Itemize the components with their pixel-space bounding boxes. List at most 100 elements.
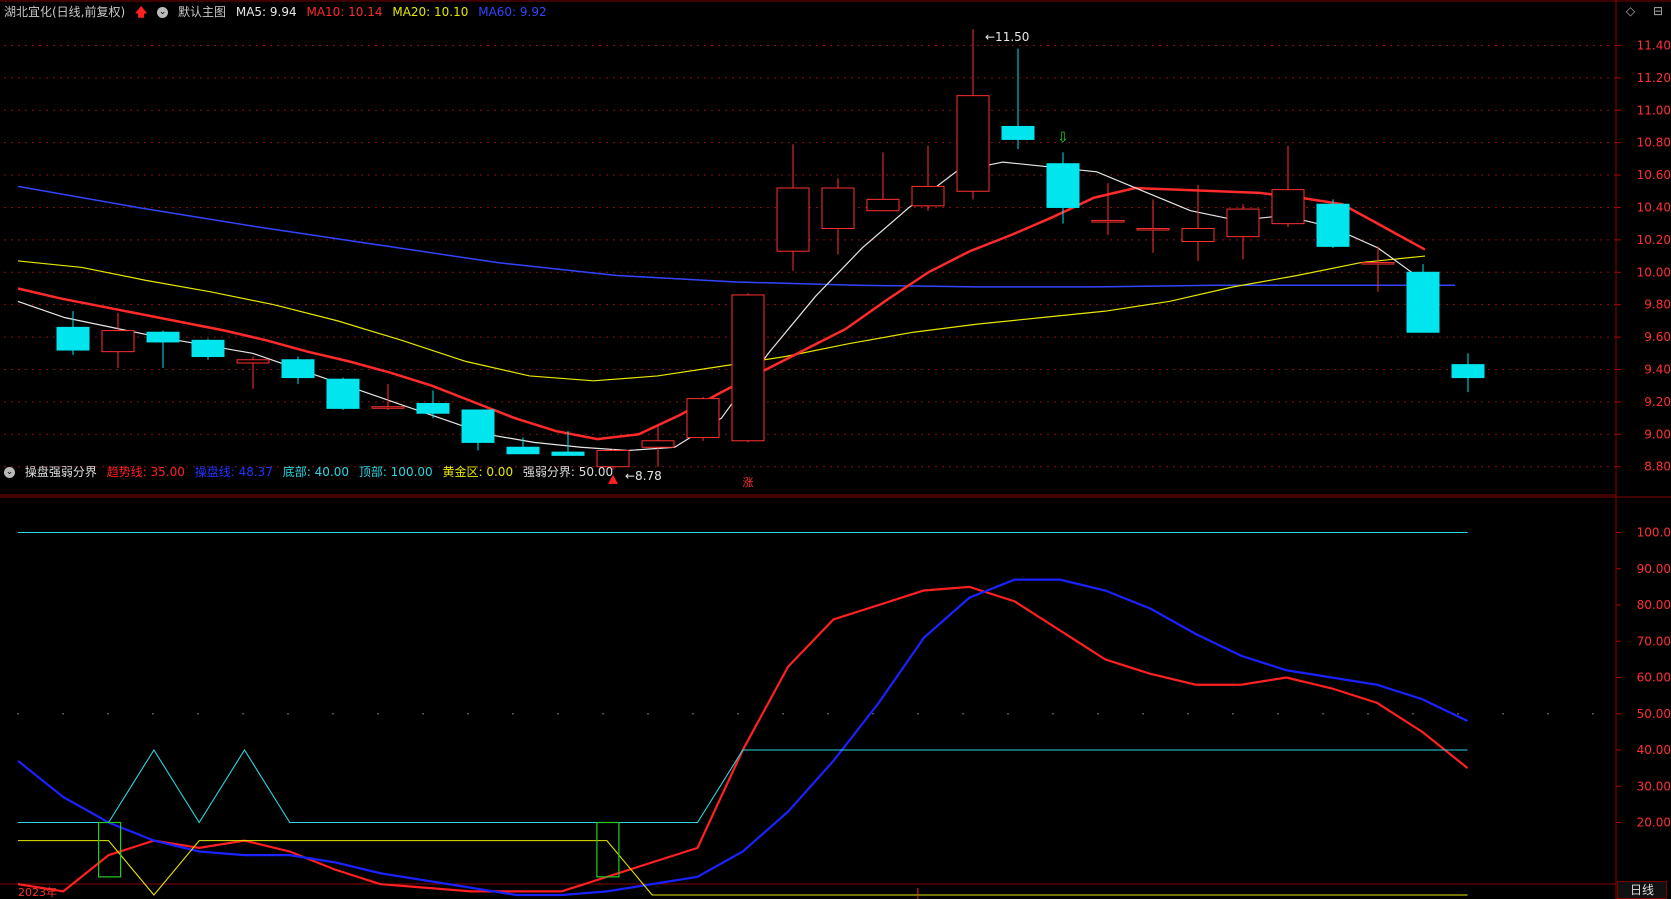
price-tick-label: 9.00 [1644, 427, 1671, 441]
midline-dot [1367, 712, 1369, 715]
midline-dot [782, 712, 784, 715]
midline-dot [737, 712, 739, 715]
price-tick-label: 10.80 [1637, 136, 1671, 150]
midline-dot [1322, 712, 1324, 715]
ma5-line [17, 161, 1426, 452]
midline-dot [872, 712, 874, 715]
control-line-label: 操盘线: 48.37 [194, 465, 273, 479]
price-tick-label: 10.60 [1637, 168, 1671, 182]
candle-up [731, 294, 765, 442]
signal-box [596, 821, 620, 878]
price-tick-label: 9.80 [1644, 298, 1671, 312]
candle-up [1271, 189, 1305, 225]
midline-dot [197, 712, 199, 715]
candle-down [191, 339, 225, 358]
price-tick-label: 9.20 [1644, 395, 1671, 409]
gold-zone-label: 黄金区: 0.00 [442, 465, 514, 479]
candle-up [1361, 262, 1395, 265]
midline-dot [152, 712, 154, 715]
top-label: 顶部: 100.00 [358, 465, 433, 479]
price-tick-label: 10.20 [1637, 233, 1671, 247]
diamond-icon[interactable]: ◇ [1626, 4, 1635, 18]
midline-dot [557, 712, 559, 715]
candle-down [551, 451, 585, 456]
price-tick-label: 10.00 [1637, 265, 1671, 279]
indicator-series-line [17, 585, 1469, 893]
indicator-tick-label: 80.00 [1637, 598, 1671, 612]
candle-up [1091, 219, 1125, 223]
trend-line-label: 趋势线: 35.00 [106, 465, 185, 479]
midline-dot [1277, 712, 1279, 715]
midline-dot [332, 712, 334, 715]
ma20-label: MA20: 10.10 [392, 5, 469, 19]
candle-down [461, 409, 495, 443]
midline-dot [1007, 712, 1009, 715]
candle-down [56, 326, 90, 351]
indicator-tick-label: 40.00 [1637, 743, 1671, 757]
chevron-down-icon[interactable]: ⌄ [157, 7, 169, 18]
indicator-name[interactable]: 操盘强弱分界 [25, 465, 97, 479]
midline-dot [647, 712, 649, 715]
midline-dot [107, 712, 109, 715]
midline-dot [287, 712, 289, 715]
indicator-tick-label: 60.00 [1637, 671, 1671, 685]
candle-down [506, 446, 540, 455]
midline-dot [1547, 712, 1549, 715]
midline-dot [377, 712, 379, 715]
midline-dot [512, 712, 514, 715]
indicator-tick-label: 30.00 [1637, 779, 1671, 793]
high-price-label: ←11.50 [985, 30, 1029, 44]
indicator-tick-label: 20.00 [1637, 816, 1671, 830]
ma20-line [17, 255, 1426, 382]
candle-down [1046, 163, 1080, 208]
signal-box [97, 821, 122, 878]
price-tick-label: 11.40 [1637, 38, 1671, 52]
ma60-label: MA60: 9.92 [478, 5, 547, 19]
midline-dot [692, 712, 694, 715]
month-marker: | [916, 886, 920, 899]
stock-title[interactable]: 湖北宜化(日线,前复权) [4, 5, 125, 19]
midline-dot [1097, 712, 1099, 715]
midline-dot [962, 712, 964, 715]
chevron-down-icon[interactable]: ⌄ [4, 467, 15, 478]
arrow-up-icon: 🡅 [135, 5, 148, 19]
chart-canvas: 11.40 11.20 11.00 10.80 10.60 10.40 10.20 10.00… [0, 0, 1671, 899]
low-price-label: ←8.78 [625, 469, 662, 483]
candle-down [1316, 203, 1350, 247]
midline-dot [17, 712, 19, 715]
collapse-icon[interactable]: ⊟ [1653, 4, 1663, 18]
midline-dot [917, 712, 919, 715]
candle-up [686, 398, 720, 439]
indicator-tick-label: 70.00 [1637, 634, 1671, 648]
candle-down [1001, 125, 1035, 140]
price-tick-label: 11.00 [1637, 103, 1671, 117]
indicator-series-line [18, 840, 1468, 896]
indicator-series-line [18, 748, 1468, 824]
midline-dot [1502, 712, 1504, 715]
period-tab-daily[interactable]: 日线 [1617, 881, 1667, 899]
price-tick-label: 10.40 [1637, 200, 1671, 214]
candle-up [956, 95, 990, 192]
candle-up [1181, 228, 1215, 242]
candle-up [236, 359, 270, 364]
candle-up [821, 187, 855, 230]
indicator-tick-label: 90.00 [1637, 562, 1671, 576]
candle-up [101, 330, 135, 353]
year-label: 2023年 [18, 885, 57, 899]
candle-down [1451, 364, 1485, 379]
candle-up [911, 185, 945, 207]
rise-marker: 涨 [743, 476, 754, 489]
divide-label: 强弱分界: 50.00 [522, 465, 614, 479]
midline-dot [422, 712, 424, 715]
candle-down [326, 378, 360, 409]
indicator-tick-label: 50.00 [1637, 707, 1671, 721]
indicator-series-line [17, 578, 1469, 897]
candle-down [146, 331, 180, 343]
midline-dot [1457, 712, 1459, 715]
midline-dot [602, 712, 604, 715]
midline-dot [467, 712, 469, 715]
main-indicator-name[interactable]: 默认主图 [178, 5, 226, 19]
midline-dot [62, 712, 64, 715]
top-right-controls: ◇ ⊟ [1612, 4, 1663, 18]
midline-dot [1052, 712, 1054, 715]
